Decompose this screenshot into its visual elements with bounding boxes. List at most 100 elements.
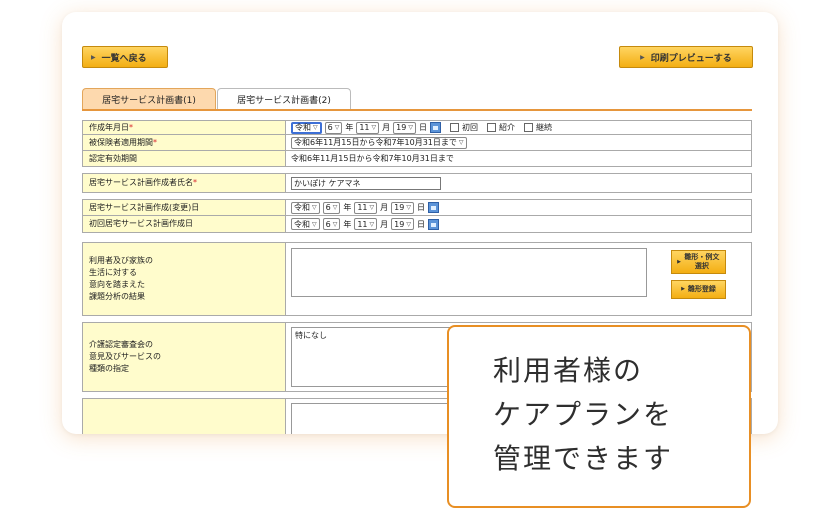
print-preview-button[interactable]: ▶ 印刷プレビューする — [619, 46, 753, 68]
chevron-down-icon: ▽ — [369, 220, 375, 228]
calendar-icon[interactable] — [429, 122, 441, 133]
checkbox-label: 継続 — [535, 123, 552, 132]
unit-day: 日 — [416, 219, 425, 229]
checkbox-continuation[interactable] — [523, 123, 533, 132]
row-insured-period: 被保険者適用期間 * 令和6年11月15日から令和7年10月31日まで ▽ — [82, 135, 752, 151]
day-select[interactable]: 19 ▽ — [391, 218, 414, 230]
chevron-down-icon: ▽ — [312, 220, 317, 228]
month-select[interactable]: 11 ▽ — [356, 121, 380, 134]
calendar-icon[interactable] — [427, 218, 439, 230]
select-value: 令和 — [295, 123, 311, 132]
select-value: 令和 — [294, 219, 310, 229]
month-select[interactable]: 11 ▽ — [354, 218, 378, 230]
row-changed-date: 居宅サービス計画作成(変更)日 令和 ▽ 6 ▽ 年 11 ▽ 月 19 ▽ 日 — [82, 199, 752, 216]
row-first-date: 初回居宅サービス計画作成日 令和 ▽ 6 ▽ 年 11 ▽ 月 19 ▽ 日 — [82, 216, 752, 233]
month-select[interactable]: 11 ▽ — [354, 201, 378, 214]
arrow-right-icon: ▶ — [681, 286, 685, 292]
insured-period-select[interactable]: 令和6年11月15日から令和7年10月31日まで ▽ — [291, 136, 467, 149]
label-insured-period: 被保険者適用期間 * — [83, 135, 286, 150]
textarea-value: 特になし — [295, 331, 327, 340]
unit-year: 年 — [343, 203, 352, 212]
chevron-down-icon: ▽ — [313, 124, 318, 131]
year-select[interactable]: 6 ▽ — [322, 201, 341, 214]
label-text: 初回居宅サービス計画作成日 — [89, 219, 193, 228]
label-text: 作成年月日 — [89, 122, 129, 132]
chevron-down-icon: ▽ — [332, 204, 338, 211]
select-value: 6 — [325, 219, 331, 229]
checkbox-first[interactable] — [449, 123, 459, 132]
select-value: 19 — [396, 123, 407, 132]
label-line: 種類の指定 — [89, 364, 129, 373]
label-certification-period: 認定有効期間 — [83, 151, 286, 166]
label-intent: 利用者及び家族の 生活に対する 意向を踏まえた 課題分析の結果 — [83, 243, 286, 315]
template-register-button[interactable]: ▶ 雛形登録 — [671, 280, 726, 299]
row-certification-period: 認定有効期間 令和6年11月15日から令和7年10月31日まで — [82, 151, 752, 167]
select-value: 6 — [325, 203, 331, 212]
label-line: 課題分析の結果 — [89, 292, 145, 301]
day-select[interactable]: 19 ▽ — [391, 201, 414, 214]
print-button-label: 印刷プレビューする — [650, 53, 732, 64]
unit-month: 月 — [380, 203, 389, 212]
label-line: 介護認定審査会の — [89, 340, 153, 349]
label-text: 被保険者適用期間 — [89, 137, 153, 147]
button-label: 雛形登録 — [687, 285, 716, 293]
tab-care-plan-1[interactable]: 居宅サービス計画書(1) — [82, 88, 216, 110]
label-text: 居宅サービス計画作成(変更)日 — [89, 202, 200, 212]
row-created-date: 作成年月日 * 令和 ▽ 6 ▽ 年 11 ▽ 月 19 ▽ 日 初回 紹介 継続 — [82, 120, 752, 135]
template-example-button[interactable]: ▶ 雛形・例文選択 — [671, 250, 726, 274]
intent-textarea[interactable] — [291, 248, 647, 297]
unit-day: 日 — [416, 203, 425, 212]
row-intent: 利用者及び家族の 生活に対する 意向を踏まえた 課題分析の結果 ▶ 雛形・例文選択… — [82, 242, 752, 316]
callout-line-2: ケアプランを — [493, 398, 674, 431]
calendar-icon[interactable] — [427, 202, 439, 213]
era-select[interactable]: 令和 ▽ — [291, 201, 320, 214]
creator-name-input[interactable]: かいぽけ ケアマネ — [291, 176, 441, 190]
unit-year: 年 — [345, 123, 354, 132]
unit-month: 月 — [382, 123, 391, 132]
era-select[interactable]: 令和 ▽ — [291, 121, 322, 134]
certification-period-value: 令和6年11月15日から令和7年10月31日まで — [286, 151, 751, 166]
callout-line-1: 利用者様の — [493, 354, 644, 387]
day-select[interactable]: 19 ▽ — [393, 121, 416, 134]
label-line: 意見及びサービスの — [89, 352, 161, 361]
select-value: 19 — [394, 203, 405, 212]
chevron-down-icon: ▽ — [408, 124, 413, 131]
select-value: 19 — [394, 219, 405, 229]
chevron-down-icon: ▽ — [332, 220, 338, 228]
back-to-list-button[interactable]: ▶ 一覧へ戻る — [82, 46, 168, 68]
label-next-section — [83, 399, 286, 434]
chevron-down-icon: ▽ — [458, 139, 464, 146]
label-text: 居宅サービス計画作成者氏名 — [89, 178, 193, 187]
input-value: かいぽけ ケアマネ — [294, 178, 361, 188]
feature-callout: 利用者様の ケアプランを 管理できます — [447, 325, 751, 508]
required-mark: * — [153, 137, 157, 147]
select-value: 11 — [359, 123, 370, 132]
creator-name-field: かいぽけ ケアマネ — [286, 174, 751, 192]
select-value: 11 — [357, 203, 368, 212]
year-select[interactable]: 6 ▽ — [322, 218, 341, 230]
first-date-fields: 令和 ▽ 6 ▽ 年 11 ▽ 月 19 ▽ 日 — [286, 216, 751, 232]
callout-line-3: 管理できます — [493, 442, 674, 475]
unit-day: 日 — [418, 123, 427, 132]
label-created-date: 作成年月日 * — [83, 121, 286, 134]
label-text: 認定有効期間 — [89, 153, 137, 163]
checkbox-referral[interactable] — [486, 123, 496, 132]
arrow-right-icon: ▶ — [640, 53, 645, 61]
select-value: 6 — [327, 123, 333, 132]
required-mark: * — [129, 122, 133, 132]
tab-care-plan-2[interactable]: 居宅サービス計画書(2) — [217, 88, 351, 110]
checkbox-label: 初回 — [461, 123, 478, 132]
tab-underline — [82, 109, 752, 111]
required-mark: * — [193, 178, 197, 187]
era-select[interactable]: 令和 ▽ — [291, 218, 320, 230]
label-committee: 介護認定審査会の 意見及びサービスの 種類の指定 — [83, 323, 286, 391]
year-select[interactable]: 6 ▽ — [324, 121, 343, 134]
insured-period-field: 令和6年11月15日から令和7年10月31日まで ▽ — [286, 135, 751, 150]
tab-label: 居宅サービス計画書(1) — [102, 96, 196, 106]
unit-year: 年 — [343, 219, 352, 229]
arrow-right-icon: ▶ — [677, 258, 681, 265]
chevron-down-icon: ▽ — [406, 220, 411, 228]
changed-date-fields: 令和 ▽ 6 ▽ 年 11 ▽ 月 19 ▽ 日 — [286, 200, 751, 215]
chevron-down-icon: ▽ — [334, 124, 340, 131]
value-text: 令和6年11月15日から令和7年10月31日まで — [291, 154, 454, 163]
